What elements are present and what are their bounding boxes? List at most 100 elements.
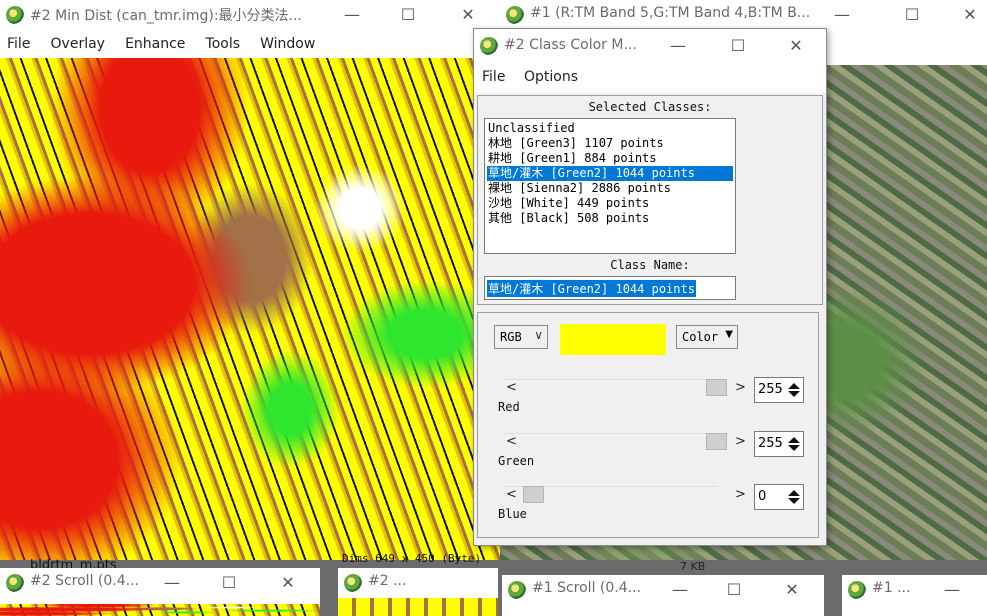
spinbox-value: 0: [758, 489, 767, 504]
spin-down-icon[interactable]: [788, 498, 800, 504]
menu-options[interactable]: Options: [524, 69, 578, 85]
chevron-left-icon[interactable]: <: [506, 434, 517, 449]
envi-icon: [480, 37, 498, 55]
title-bar[interactable]: #2 ...: [338, 568, 498, 598]
class-selection-panel: Selected Classes: Unclassified 林地 [Green3…: [477, 95, 823, 305]
spin-down-icon[interactable]: [788, 445, 800, 451]
maximize-icon[interactable]: ☐: [716, 33, 760, 59]
dims-label: Dims 649 x 450 (Byte): [342, 552, 482, 565]
maximize-icon[interactable]: ☐: [712, 577, 756, 603]
menu-bar: File Overlay Enhance Tools Window: [0, 30, 500, 58]
close-icon[interactable]: ✕: [774, 33, 818, 59]
spin-up-icon[interactable]: [788, 383, 800, 389]
envi-icon: [344, 574, 362, 592]
class-list-item[interactable]: 其他 [Black] 508 points: [487, 211, 733, 226]
menu-file[interactable]: File: [482, 69, 505, 85]
value-spinbox[interactable]: 255: [754, 431, 804, 457]
class-name-field[interactable]: 草地/灌木 [Green2] 1044 points: [484, 276, 736, 300]
minimize-icon[interactable]: —: [330, 2, 374, 28]
color-edit-panel: RGB ∨ Color ▼ < > Red 255 < > Green 255 < > Blue 0: [477, 312, 819, 538]
spinbox-value: 255: [758, 382, 783, 397]
slider-thumb[interactable]: [523, 486, 544, 503]
envi-icon: [508, 581, 526, 599]
title-bar[interactable]: #2 Min Dist (can_tmr.img):最小分类法... — ☐ ✕: [0, 0, 500, 30]
maximize-icon[interactable]: ☐: [207, 570, 251, 596]
envi-icon: [6, 6, 24, 24]
color-menu-label: Color: [682, 330, 719, 344]
value-spinbox[interactable]: 255: [754, 377, 804, 403]
chevron-left-icon[interactable]: <: [506, 380, 517, 395]
scroll-window-2[interactable]: #2 Scroll (0.4... — ☐ ✕: [0, 568, 320, 616]
chevron-right-icon[interactable]: >: [735, 487, 746, 502]
menu-enhance[interactable]: Enhance: [125, 30, 185, 58]
size-label: 7 KB: [680, 560, 706, 573]
class-name-value: 草地/灌木 [Green2] 1044 points: [487, 280, 696, 297]
spin-up-icon[interactable]: [788, 437, 800, 443]
close-icon[interactable]: ✕: [948, 2, 987, 28]
title-bar[interactable]: #2 Class Color M... — ☐ ✕: [474, 29, 826, 63]
title-bar[interactable]: #1 ... —: [842, 575, 987, 605]
class-list-item[interactable]: Unclassified: [487, 121, 733, 136]
menu-window[interactable]: Window: [260, 30, 315, 58]
class-list-item[interactable]: 沙地 [White] 449 points: [487, 196, 733, 211]
minimize-icon[interactable]: —: [820, 2, 864, 28]
close-icon[interactable]: ✕: [266, 570, 310, 596]
chevron-down-icon: ∨: [534, 328, 543, 342]
value-spinbox[interactable]: 0: [754, 484, 804, 510]
title-bar[interactable]: #2 Scroll (0.4... — ☐ ✕: [0, 568, 320, 598]
spinbox-value: 255: [758, 436, 783, 451]
classification-image[interactable]: [0, 58, 500, 560]
title-bar[interactable]: #1 (R:TM Band 5,G:TM Band 4,B:TM B... — …: [500, 0, 987, 30]
color-menu-button[interactable]: Color ▼: [676, 325, 738, 349]
min-dist-window: #2 Min Dist (can_tmr.img):最小分类法... — ☐ ✕…: [0, 0, 500, 560]
dialog-menu-bar: File Options: [474, 63, 826, 93]
caret-down-icon: ▼: [725, 329, 733, 340]
class-list[interactable]: Unclassified 林地 [Green3] 1107 points 耕地 [G…: [484, 118, 736, 254]
color-system-value: RGB: [500, 330, 522, 344]
window-title: #2 Min Dist (can_tmr.img):最小分类法...: [30, 8, 302, 24]
class-color-mapping-dialog: #2 Class Color M... — ☐ ✕ File Options S…: [473, 28, 827, 546]
zoom-window-2[interactable]: #2 ...: [338, 568, 498, 616]
slider-thumb[interactable]: [706, 379, 727, 396]
selected-classes-label: Selected Classes:: [588, 100, 712, 114]
minimize-icon[interactable]: —: [150, 570, 194, 596]
window-1-small[interactable]: #1 ... —: [842, 575, 987, 616]
slider-label: Blue: [498, 507, 527, 521]
envi-icon: [6, 574, 24, 592]
color-swatch[interactable]: [560, 324, 666, 355]
maximize-icon[interactable]: ☐: [386, 2, 430, 28]
chevron-right-icon[interactable]: >: [735, 434, 746, 449]
menu-overlay[interactable]: Overlay: [51, 30, 105, 58]
class-list-item[interactable]: 草地/灌木 [Green2] 1044 points: [487, 166, 733, 181]
slider-label: Red: [498, 400, 520, 414]
minimize-icon[interactable]: —: [658, 577, 702, 603]
title-bar[interactable]: #1 Scroll (0.4... — ☐ ✕: [502, 575, 824, 605]
menu-file[interactable]: File: [7, 30, 30, 58]
slider-track[interactable]: [504, 433, 718, 434]
minimize-icon[interactable]: —: [656, 33, 700, 59]
spin-down-icon[interactable]: [788, 391, 800, 397]
slider-thumb[interactable]: [706, 433, 727, 450]
slider-track[interactable]: [504, 379, 718, 380]
scroll-image: [0, 604, 320, 616]
slider-label: Green: [498, 454, 535, 468]
window-title: #2 ...: [368, 573, 407, 589]
minimize-icon[interactable]: —: [930, 577, 974, 603]
window-title: #1 Scroll (0.4...: [532, 580, 641, 596]
maximize-icon[interactable]: ☐: [890, 2, 934, 28]
close-icon[interactable]: ✕: [770, 577, 814, 603]
spin-up-icon[interactable]: [788, 490, 800, 496]
close-icon[interactable]: ✕: [446, 2, 490, 28]
zoom-image: [338, 598, 498, 616]
envi-icon: [506, 6, 524, 24]
scroll-window-1[interactable]: #1 Scroll (0.4... — ☐ ✕: [502, 575, 824, 616]
chevron-left-icon[interactable]: <: [506, 487, 517, 502]
class-list-item[interactable]: 裸地 [Sienna2] 2886 points: [487, 181, 733, 196]
class-list-item[interactable]: 耕地 [Green1] 884 points: [487, 151, 733, 166]
window-title: #2 Class Color M...: [504, 37, 637, 53]
color-system-select[interactable]: RGB ∨: [494, 325, 548, 349]
class-list-item[interactable]: 林地 [Green3] 1107 points: [487, 136, 733, 151]
chevron-right-icon[interactable]: >: [735, 380, 746, 395]
menu-tools[interactable]: Tools: [206, 30, 241, 58]
window-title: #1 (R:TM Band 5,G:TM Band 4,B:TM B...: [530, 5, 811, 21]
